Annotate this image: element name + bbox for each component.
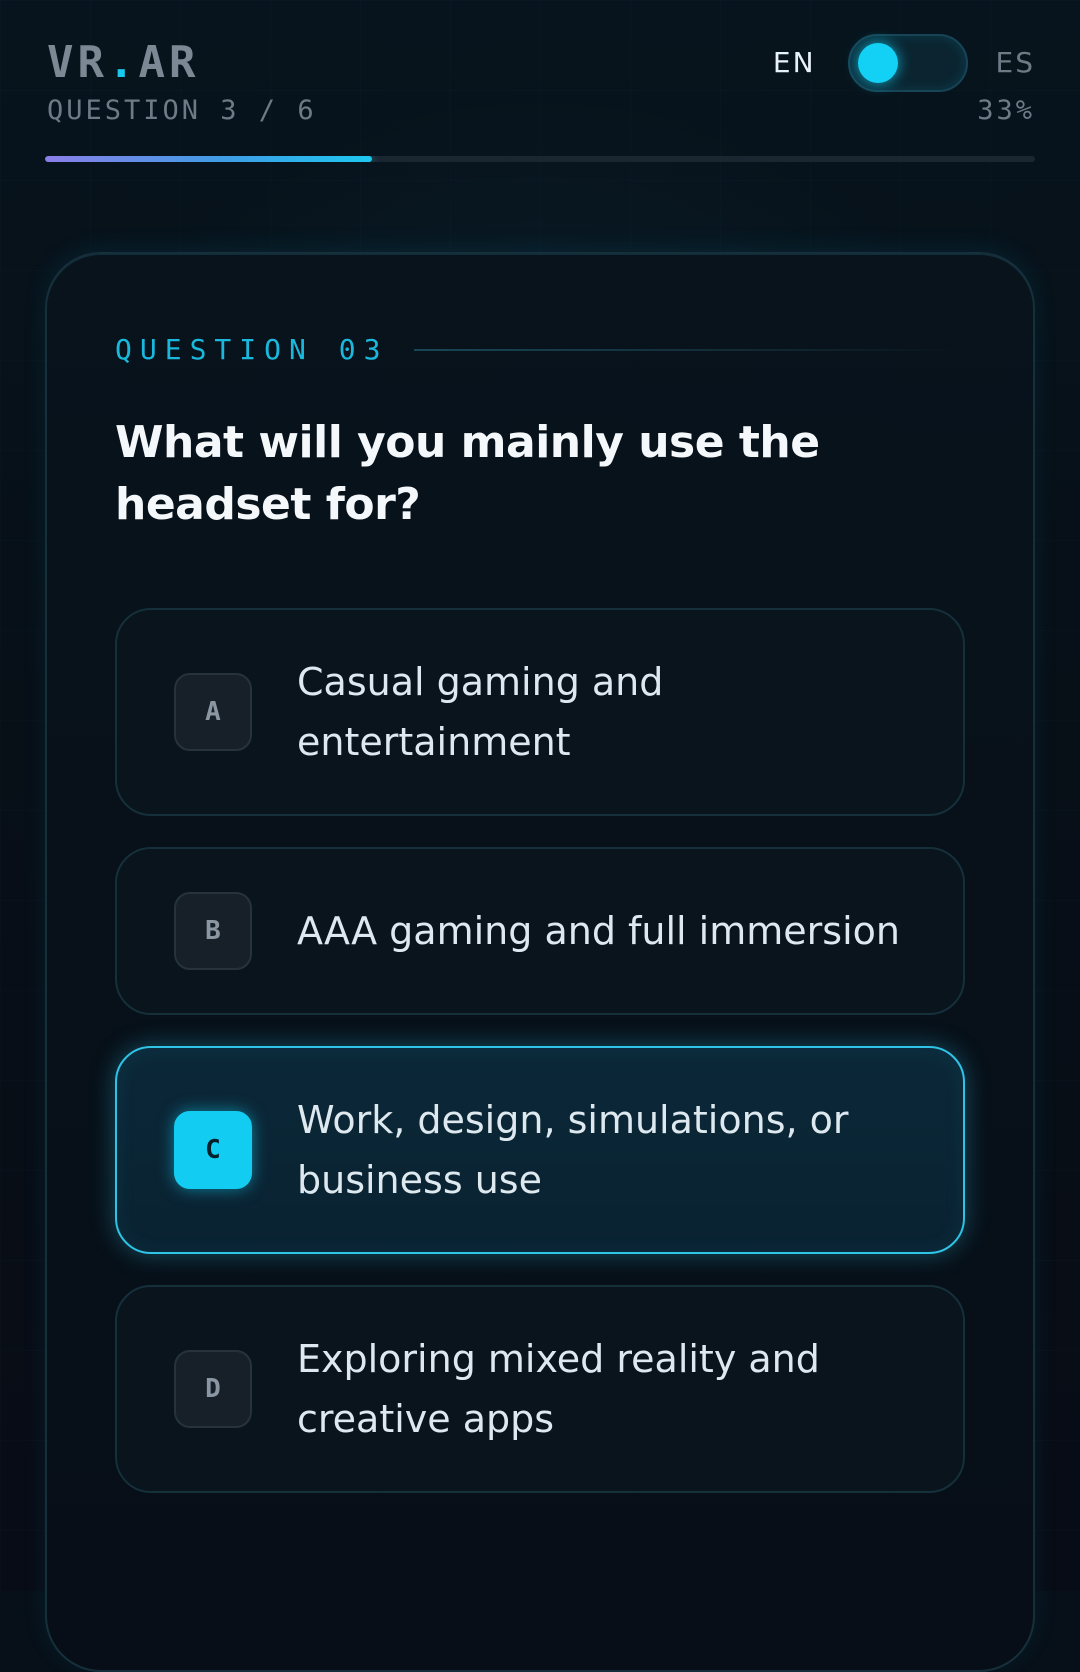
question-tag-divider — [414, 349, 965, 351]
answer-option-b[interactable]: B AAA gaming and full immersion — [115, 847, 965, 1015]
question-card: QUESTION 03 What will you mainly use the… — [45, 252, 1035, 1672]
option-label: AAA gaming and full immersion — [297, 909, 900, 953]
progress-bar-fill — [45, 156, 372, 162]
question-tag-row: QUESTION 03 — [115, 332, 965, 368]
answer-option-c[interactable]: C Work, design, simulations, or business… — [115, 1046, 965, 1254]
progress-percent: 33% — [977, 95, 1035, 126]
logo-prefix: VR — [47, 37, 108, 88]
option-label: Casual gaming and entertainment — [297, 660, 664, 764]
logo-dot: . — [107, 37, 139, 88]
option-label: Exploring mixed reality and creative app… — [297, 1337, 820, 1441]
language-option-es[interactable]: ES — [996, 46, 1035, 80]
answer-option-d[interactable]: D Exploring mixed reality and creative a… — [115, 1285, 965, 1493]
language-option-en[interactable]: EN — [773, 46, 816, 80]
question-tag: QUESTION 03 — [115, 333, 389, 366]
option-letter-badge: C — [174, 1111, 252, 1189]
option-label: Work, design, simulations, or business u… — [297, 1098, 849, 1202]
logo-suffix: AR — [138, 37, 200, 88]
quiz-header: VR.AR QUESTION 3 / 6 EN ES 33% — [45, 0, 1035, 170]
option-letter-badge: B — [174, 892, 252, 970]
option-letter-badge: A — [174, 673, 252, 751]
language-toggle[interactable] — [847, 34, 968, 92]
question-title: What will you mainly use the headset for… — [115, 417, 820, 530]
language-switch: EN ES — [773, 32, 1035, 94]
answer-option-a[interactable]: A Casual gaming and entertainment — [115, 608, 965, 816]
brand-logo[interactable]: VR.AR — [47, 38, 199, 88]
progress-bar — [45, 156, 1035, 162]
toggle-knob — [857, 43, 898, 83]
question-counter: QUESTION 3 / 6 — [47, 95, 317, 126]
option-letter-badge: D — [174, 1350, 252, 1428]
